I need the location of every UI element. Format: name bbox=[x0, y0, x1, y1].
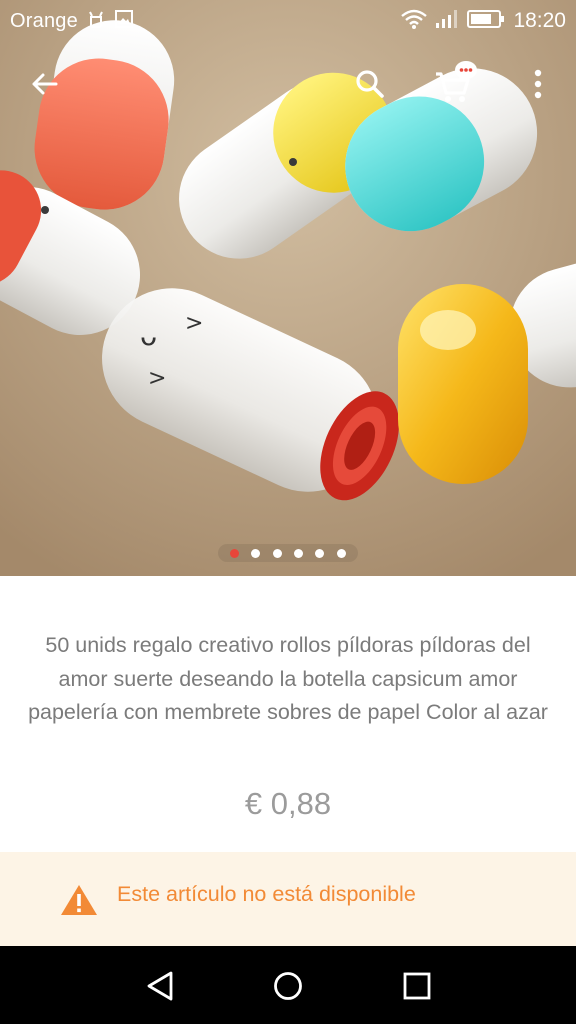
nav-back-icon bbox=[147, 971, 173, 1001]
toolbar bbox=[0, 56, 576, 112]
pager-dot[interactable] bbox=[336, 548, 346, 558]
cart-chat-icon bbox=[436, 61, 477, 102]
product-info: 50 unids regalo creativo rollos píldoras… bbox=[0, 576, 576, 852]
product-screen: ᴗ > > Orange 18:20 50 unids regalo creat… bbox=[0, 0, 576, 1024]
svg-text:ᴗ: ᴗ bbox=[140, 319, 157, 352]
pager-dot[interactable] bbox=[294, 548, 304, 558]
search-icon bbox=[356, 70, 384, 98]
cart-button[interactable] bbox=[428, 56, 484, 112]
carrier-name: Orange bbox=[10, 9, 78, 32]
signal-icon bbox=[435, 9, 459, 34]
nav-back-button[interactable] bbox=[128, 958, 192, 1014]
warning-icon bbox=[60, 884, 98, 921]
back-arrow-icon bbox=[32, 73, 58, 95]
pager-dot-active[interactable] bbox=[230, 548, 240, 558]
navigation-bar bbox=[0, 946, 576, 1024]
nav-home-icon bbox=[274, 972, 302, 1000]
unavailable-banner: Este artículo no está disponible bbox=[0, 852, 576, 946]
status-bar: Orange 18:20 bbox=[0, 0, 576, 42]
svg-text:>: > bbox=[185, 311, 203, 336]
search-button[interactable] bbox=[342, 56, 398, 112]
product-title: 50 unids regalo creativo rollos píldoras… bbox=[28, 633, 548, 724]
clock: 18:20 bbox=[513, 9, 566, 32]
unavailable-message: Este artículo no está disponible bbox=[117, 882, 416, 906]
android-debug-icon bbox=[86, 9, 106, 34]
more-vert-icon bbox=[534, 69, 542, 99]
nav-recent-icon bbox=[403, 972, 431, 1000]
back-button[interactable] bbox=[16, 56, 72, 112]
product-price: € 0,88 bbox=[244, 786, 332, 821]
nav-home-button[interactable] bbox=[256, 958, 320, 1014]
more-options-button[interactable] bbox=[510, 56, 566, 112]
wifi-icon bbox=[401, 9, 428, 34]
gallery-icon bbox=[114, 9, 134, 34]
pager-dot[interactable] bbox=[315, 548, 325, 558]
nav-recent-button[interactable] bbox=[385, 958, 449, 1014]
svg-text:>: > bbox=[148, 366, 166, 391]
pager-dot[interactable] bbox=[272, 548, 282, 558]
pager-dot[interactable] bbox=[251, 548, 261, 558]
battery-icon bbox=[467, 9, 505, 34]
image-pager bbox=[218, 544, 358, 562]
